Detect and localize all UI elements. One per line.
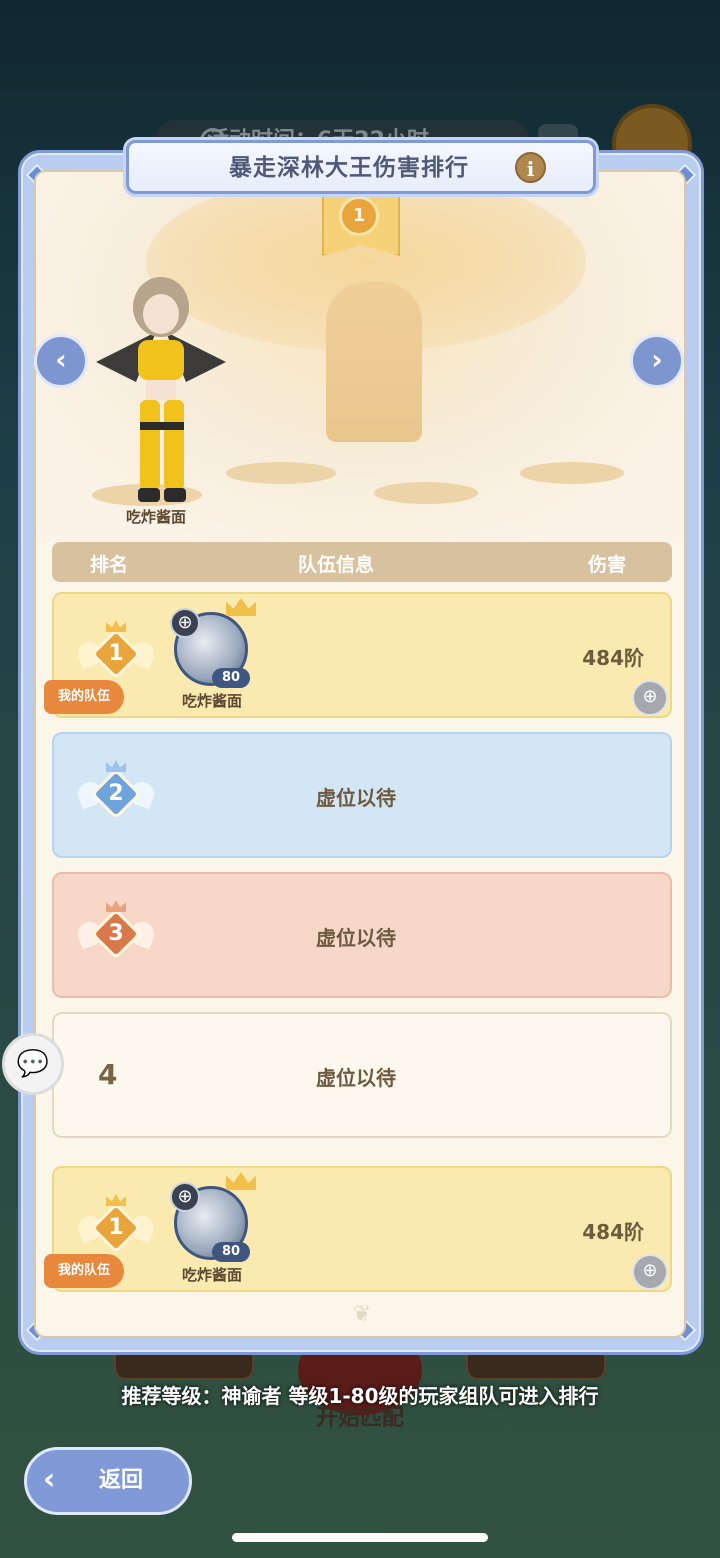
vacant-text: 虚位以待 <box>316 786 396 810</box>
crosshair-icon: ⊕ <box>170 1182 200 1212</box>
rank-badge-gold: 1 <box>74 620 158 686</box>
rank-number: 1 <box>108 641 124 666</box>
top-rank-badge: 1 <box>339 196 379 236</box>
character-figure <box>96 277 226 502</box>
back-button[interactable]: ‹ 返回 <box>24 1447 192 1515</box>
member-level: 80 <box>212 668 250 688</box>
table-row: 2 虚位以待 <box>52 732 672 858</box>
member-name: 吃炸酱面 <box>181 692 242 710</box>
vacant-text: 虚位以待 <box>316 1066 396 1090</box>
rank-number: 1 <box>108 1215 124 1240</box>
crown-icon <box>226 1172 256 1190</box>
zoom-icon[interactable]: ⊕ <box>632 680 668 716</box>
member-name: 吃炸酱面 <box>181 1266 242 1284</box>
title-banner: 暴走深林大王伤害排行 i <box>126 140 596 194</box>
damage-value: 484阶 <box>582 1220 644 1244</box>
my-rank-row: 1 我的队伍 ⊕ 80 吃炸酱面 484阶 ⊕ <box>44 1166 672 1292</box>
header-damage: 伤害 <box>588 554 627 576</box>
crown-icon <box>106 1194 126 1206</box>
member-level: 80 <box>212 1242 250 1262</box>
crosshair-icon: ⊕ <box>170 608 200 638</box>
character-name: 吃炸酱面 <box>125 508 186 526</box>
crown-icon <box>226 598 256 616</box>
crown-icon <box>106 760 126 772</box>
header-team: 队伍信息 <box>298 554 375 576</box>
vacant-text: 虚位以待 <box>316 926 396 950</box>
table-header: 排名 队伍信息 伤害 <box>52 542 672 582</box>
ranking-content: 1 吃炸酱面 排名 队伍信息 伤害 1 我的队伍 ⊕ 80 吃炸酱面 484阶 … <box>34 170 686 1338</box>
recommend-text: 推荐等级：神谕者 等级1-80级的玩家组队可进入排行 <box>121 1384 599 1408</box>
my-team-tag: 我的队伍 <box>44 680 125 714</box>
table-row: 3 虚位以待 <box>52 872 672 998</box>
tree-trunk <box>326 282 422 442</box>
boss-scene: 1 吃炸酱面 <box>36 172 684 542</box>
platform <box>520 462 624 484</box>
rank-badge-gold: 1 <box>74 1194 158 1260</box>
header-rank: 排名 <box>90 554 129 576</box>
platform <box>374 482 478 504</box>
next-boss-button[interactable]: › <box>630 334 684 388</box>
back-button-label: 返回 <box>99 1468 144 1493</box>
zoom-icon[interactable]: ⊕ <box>632 1254 668 1290</box>
table-row: 1 我的队伍 ⊕ 80 吃炸酱面 484阶 ⊕ <box>44 592 672 718</box>
page-title: 暴走深林大王伤害排行 <box>229 155 469 181</box>
back-arrow-icon: ‹ <box>43 1462 56 1497</box>
bottom-ornament: ❦ <box>352 1302 372 1327</box>
table-row: 4 虚位以待 <box>52 1012 672 1138</box>
chat-icon[interactable]: 💬 <box>2 1033 64 1095</box>
prev-boss-button[interactable]: ‹ <box>34 334 88 388</box>
damage-value: 484阶 <box>582 646 644 670</box>
crown-icon <box>106 620 126 632</box>
my-team-tag: 我的队伍 <box>44 1254 125 1288</box>
home-indicator[interactable] <box>232 1533 488 1542</box>
crown-icon <box>106 900 126 912</box>
info-icon[interactable]: i <box>515 152 546 183</box>
